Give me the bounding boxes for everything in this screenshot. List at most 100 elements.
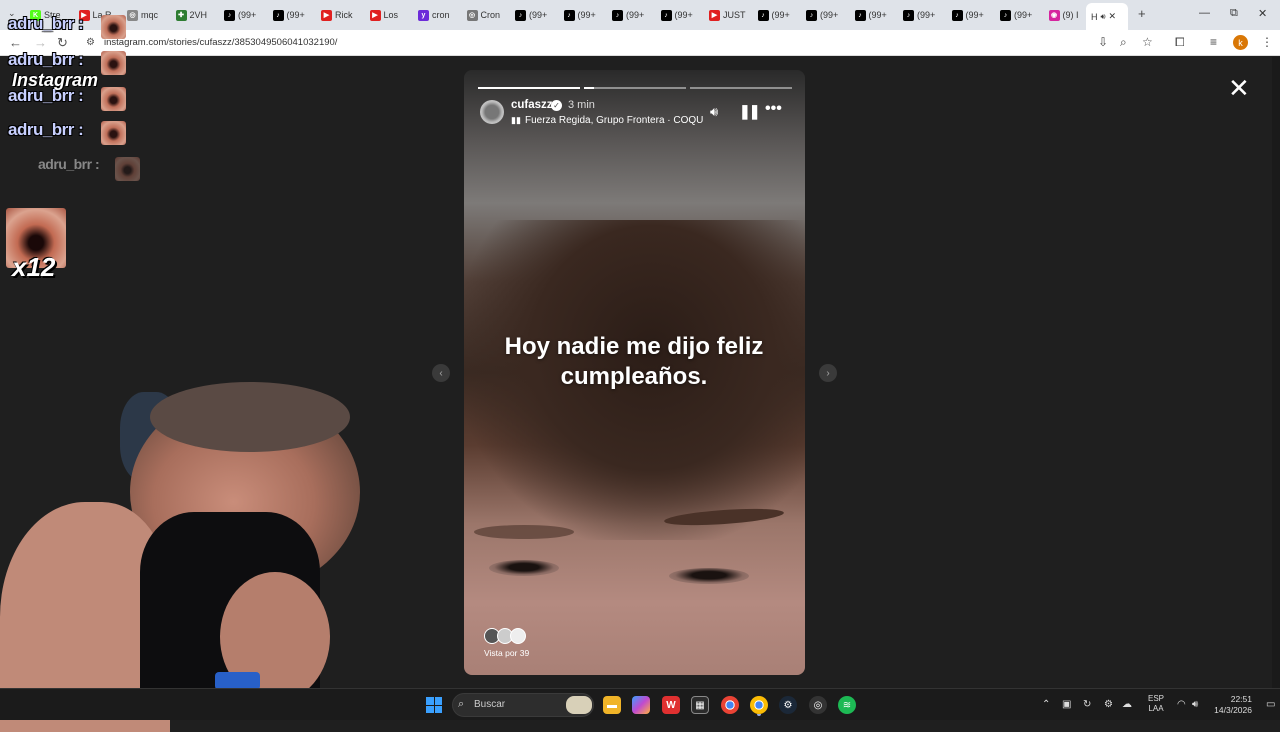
- scrollbar[interactable]: [1272, 57, 1280, 688]
- chrome-icon[interactable]: [721, 696, 739, 714]
- spotify-icon[interactable]: ≋: [838, 696, 856, 714]
- tab-label: (99+: [529, 10, 548, 20]
- extensions-icon[interactable]: ⧠: [1175, 35, 1185, 50]
- app-badge-icon[interactable]: ◎: [809, 696, 827, 714]
- tray-app-icon[interactable]: ▣: [1062, 699, 1071, 710]
- clock-time: 22:51: [1230, 694, 1252, 704]
- browser-tab[interactable]: ◎ Cron: [466, 5, 515, 25]
- tab-favicon-icon: ◎: [127, 9, 138, 21]
- profile-avatar[interactable]: k: [1233, 35, 1248, 50]
- browser-tab[interactable]: ♪ (99+: [272, 5, 321, 25]
- chat-username: adru_brr :: [8, 50, 84, 69]
- copilot-icon[interactable]: [632, 696, 650, 714]
- browser-tab[interactable]: y cron: [418, 5, 466, 25]
- minimize-icon[interactable]: —: [1199, 7, 1210, 19]
- browser-tab[interactable]: ♪ (99+: [854, 5, 903, 25]
- chat-emote: [101, 121, 126, 145]
- chrome-active-icon[interactable]: [750, 696, 768, 714]
- viewer-avatars[interactable]: [484, 628, 528, 644]
- tray-overflow-chevron-icon[interactable]: ⌃: [1042, 699, 1050, 710]
- tab-favicon-icon: ◎: [466, 9, 478, 21]
- browser-tab[interactable]: ♪ (99+: [515, 5, 563, 25]
- system-clock[interactable]: 22:51 14/3/2026: [1212, 694, 1252, 716]
- story-music-label[interactable]: Fuerza Regida, Grupo Frontera · COQU: [525, 115, 703, 126]
- clock-date: 14/3/2026: [1214, 705, 1252, 715]
- browser-tab[interactable]: ✚ 2VH: [175, 5, 224, 25]
- microsoft-store-icon[interactable]: ▦: [691, 696, 709, 714]
- tab-favicon-icon: ♪: [660, 9, 672, 21]
- url-field[interactable]: instagram.com/stories/cufaszz/3853049506…: [104, 37, 337, 48]
- language-indicator[interactable]: ESP LAA: [1148, 694, 1164, 714]
- browser-tab[interactable]: ♪ (99+: [612, 5, 660, 25]
- onedrive-icon[interactable]: ☁: [1122, 699, 1132, 710]
- close-story-icon[interactable]: ✕: [1228, 75, 1250, 101]
- viewer-avatar: [510, 628, 526, 644]
- install-app-icon[interactable]: ⇩: [1098, 35, 1108, 49]
- tab-favicon-icon: ♪: [757, 9, 769, 21]
- zoom-icon[interactable]: ⌕: [1120, 35, 1127, 50]
- pause-icon[interactable]: ❚❚: [739, 103, 761, 120]
- browser-tab[interactable]: ▶ Los: [369, 5, 418, 25]
- next-story-icon[interactable]: ›: [819, 364, 837, 382]
- forward-icon[interactable]: →: [34, 35, 47, 50]
- browser-tab[interactable]: ♪ (99+: [563, 5, 612, 25]
- steam-icon[interactable]: ⚙: [779, 696, 797, 714]
- menu-kebab-icon[interactable]: ⋮: [1261, 35, 1273, 49]
- back-icon[interactable]: ←: [9, 35, 22, 50]
- windows-start-icon[interactable]: [426, 697, 442, 713]
- active-tab-label: H: [1091, 11, 1098, 22]
- browser-tab[interactable]: ♪ (99+: [903, 5, 951, 25]
- new-tab-button[interactable]: +: [1138, 6, 1146, 21]
- story-username[interactable]: cufaszz: [511, 99, 553, 111]
- story-progress-segment: [584, 87, 686, 89]
- tab-label: mqc: [141, 10, 159, 20]
- wifi-icon[interactable]: ◠: [1177, 699, 1186, 710]
- restore-icon[interactable]: ⧉: [1230, 7, 1238, 20]
- tab-favicon-icon: ▶: [369, 9, 381, 21]
- tab-label: (99+: [674, 10, 693, 20]
- story-card[interactable]: cufaszz ✓ 3 min ▮▮ Fuerza Regida, Grupo …: [464, 70, 805, 675]
- reload-icon[interactable]: ↻: [57, 35, 68, 51]
- story-photo-brow: [474, 525, 574, 539]
- story-progress-segment: [690, 87, 792, 89]
- notifications-icon[interactable]: ▭: [1266, 699, 1275, 710]
- speaker-icon: 🔊︎: [1100, 11, 1106, 21]
- tab-close-icon[interactable]: ✕: [1109, 11, 1117, 22]
- mute-speaker-icon[interactable]: 🔊︎: [710, 104, 718, 120]
- search-highlight-icon[interactable]: [566, 696, 592, 714]
- tab-favicon-icon: ▶: [321, 9, 332, 21]
- browser-tab[interactable]: ▶ JUST: [709, 5, 757, 25]
- bookmark-star-icon[interactable]: ☆: [1142, 35, 1153, 49]
- tab-label: Rick: [335, 10, 353, 20]
- story-time: 3 min: [568, 99, 595, 111]
- media-control-icon[interactable]: ≡: [1210, 35, 1217, 49]
- tab-label: (9) I: [1062, 10, 1079, 20]
- chat-emote: [101, 87, 126, 111]
- browser-tab[interactable]: ◎ mqc: [127, 5, 175, 25]
- browser-tab[interactable]: ♪ (99+: [806, 5, 854, 25]
- tab-active[interactable]: H 🔊︎ ✕: [1086, 3, 1128, 30]
- close-window-icon[interactable]: ✕: [1258, 7, 1267, 20]
- tray-steam-icon[interactable]: ⚙: [1104, 699, 1113, 710]
- browser-tab[interactable]: ♪ (99+: [660, 5, 709, 25]
- tab-label: (99+: [577, 10, 596, 20]
- story-progress-segment: [478, 87, 580, 89]
- tab-favicon-icon: ♪: [806, 9, 817, 21]
- browser-tab[interactable]: ♪ (99+: [951, 5, 1000, 25]
- volume-icon[interactable]: 🔊︎: [1192, 699, 1198, 710]
- chat-emote: [101, 15, 126, 39]
- browser-tab[interactable]: ♪ (99+: [1000, 5, 1048, 25]
- tray-sync-icon[interactable]: ↻: [1083, 699, 1091, 710]
- chat-emote: [115, 157, 140, 181]
- site-info-icon[interactable]: ⚙: [86, 37, 95, 48]
- browser-tab[interactable]: ♪ (99+: [757, 5, 806, 25]
- story-user-avatar[interactable]: [480, 100, 504, 124]
- tab-label: cron: [432, 10, 450, 20]
- viewer-count[interactable]: Vista por 39: [484, 648, 529, 658]
- browser-tab[interactable]: ♪ (99+: [224, 5, 272, 25]
- file-explorer-icon[interactable]: ▬: [603, 696, 621, 714]
- wps-office-icon[interactable]: W: [662, 696, 680, 714]
- more-options-icon[interactable]: •••: [765, 100, 782, 118]
- browser-tab[interactable]: ▶ Rick: [321, 5, 369, 25]
- previous-story-icon[interactable]: ‹: [432, 364, 450, 382]
